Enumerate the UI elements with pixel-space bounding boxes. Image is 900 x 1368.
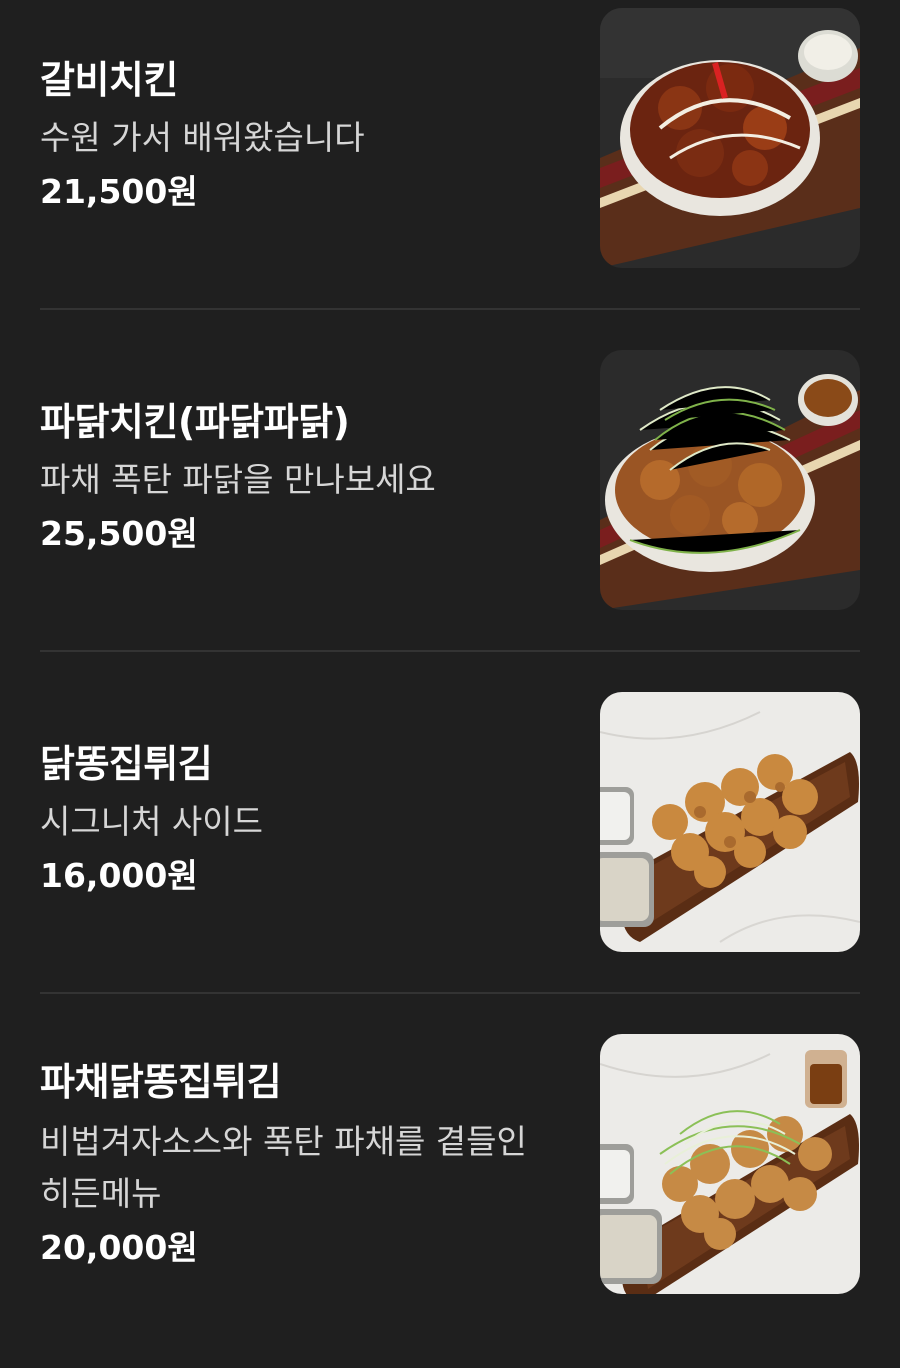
green-onion-gizzard-photo-art bbox=[600, 1034, 860, 1294]
menu-item-info: 갈비치킨 수원 가서 배워왔습니다 21,500원 bbox=[40, 56, 560, 216]
menu-item-description: 수원 가서 배워왔습니다 bbox=[40, 118, 365, 157]
divider bbox=[40, 650, 860, 652]
padak-chicken-photo[interactable] bbox=[600, 350, 860, 610]
menu-item-info: 파채닭똥집튀김 비법겨자소스와 폭탄 파채를 곁들인 히든메뉴 20,000원 bbox=[40, 1058, 560, 1272]
divider bbox=[40, 308, 860, 310]
menu-item-description: 시그니처 사이드 bbox=[40, 802, 264, 841]
menu-item-info: 닭똥집튀김 시그니처 사이드 16,000원 bbox=[40, 740, 560, 900]
menu-item-info: 파닭치킨(파닭파닭) 파채 폭탄 파닭을 만나보세요 25,500원 bbox=[40, 398, 560, 558]
menu-item-galbi-chicken[interactable]: 갈비치킨 수원 가서 배워왔습니다 21,500원 bbox=[0, 0, 900, 342]
menu-item-name: 닭똥집튀김 bbox=[40, 742, 213, 786]
menu-item-padak-chicken[interactable]: 파닭치킨(파닭파닭) 파채 폭탄 파닭을 만나보세요 25,500원 bbox=[0, 342, 900, 684]
padak-chicken-photo-art bbox=[600, 350, 860, 610]
menu-item-name: 파닭치킨(파닭파닭) bbox=[40, 400, 350, 444]
fried-gizzard-photo[interactable] bbox=[600, 692, 860, 952]
menu-item-green-onion-gizzard[interactable]: 파채닭똥집튀김 비법겨자소스와 폭탄 파채를 곁들인 히든메뉴 20,000원 bbox=[0, 1026, 900, 1368]
green-onion-gizzard-photo[interactable] bbox=[600, 1034, 860, 1294]
menu-item-description: 비법겨자소스와 폭탄 파채를 곁들인 히든메뉴 bbox=[40, 1122, 527, 1213]
menu-item-name: 갈비치킨 bbox=[40, 58, 178, 102]
divider bbox=[40, 992, 860, 994]
menu-list: 갈비치킨 수원 가서 배워왔습니다 21,500원 파닭치킨(파닭파닭) 파채 … bbox=[0, 0, 900, 1333]
fried-gizzard-photo-art bbox=[600, 692, 860, 952]
menu-item-fried-gizzard[interactable]: 닭똥집튀김 시그니처 사이드 16,000원 bbox=[0, 684, 900, 1026]
menu-item-price: 25,500원 bbox=[40, 514, 198, 553]
galbi-chicken-photo-art bbox=[600, 8, 860, 268]
menu-item-price: 16,000원 bbox=[40, 856, 198, 895]
galbi-chicken-photo[interactable] bbox=[600, 8, 860, 268]
menu-item-description: 파채 폭탄 파닭을 만나보세요 bbox=[40, 460, 436, 499]
menu-item-price: 21,500원 bbox=[40, 172, 198, 211]
menu-item-price: 20,000원 bbox=[40, 1228, 198, 1267]
menu-item-name: 파채닭똥집튀김 bbox=[40, 1060, 282, 1104]
